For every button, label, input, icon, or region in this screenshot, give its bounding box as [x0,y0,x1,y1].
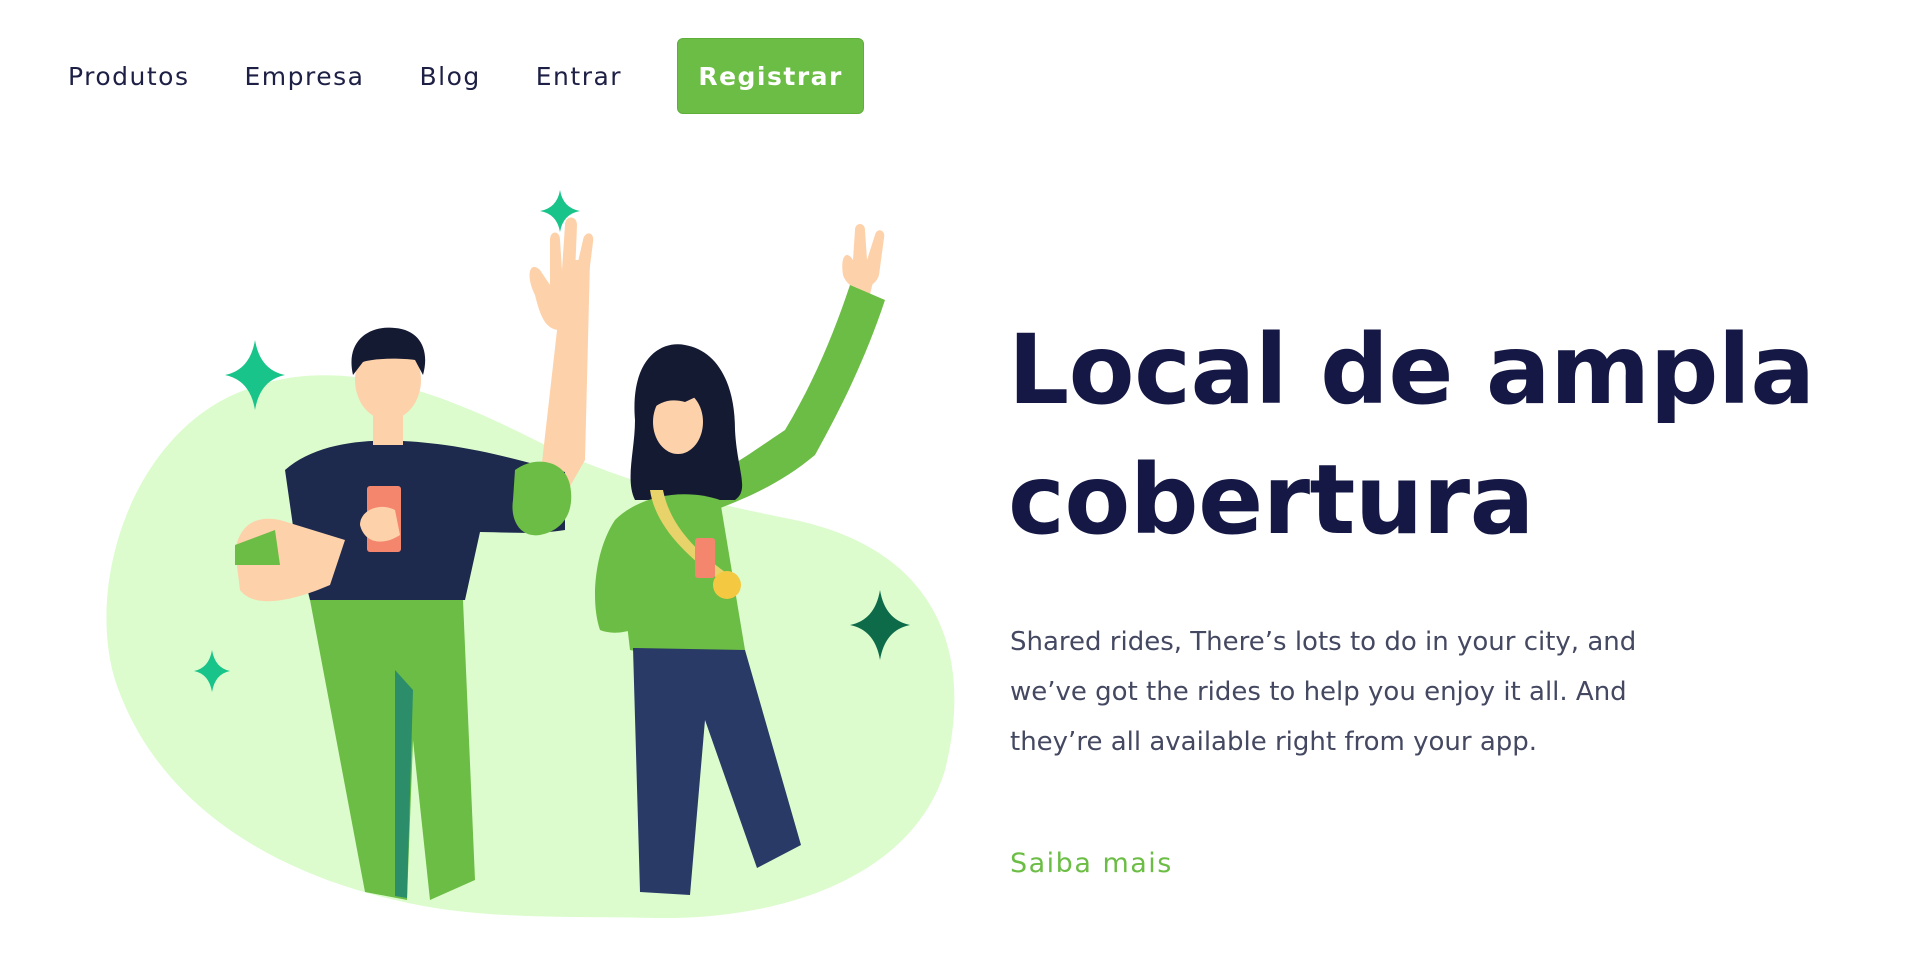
hero-title: Local de ampla cobertura [1008,305,1828,565]
hero-title-line1: Local de ampla [1008,314,1815,426]
woman-raised-hand [842,224,885,289]
nav-link-entrar[interactable]: Entrar [536,62,622,91]
learn-more-link[interactable]: Saiba mais [1010,848,1173,879]
nav-link-produtos[interactable]: Produtos [68,62,190,91]
woman-medal [713,571,741,599]
landing-page: Produtos Empresa Blog Entrar Registrar L… [0,0,1918,971]
hero-description: Shared rides, There’s lots to do in your… [1010,627,1637,757]
nav-link-blog[interactable]: Blog [419,62,480,91]
woman-phone [695,538,715,578]
background-blob [106,375,955,919]
top-nav: Produtos Empresa Blog Entrar Registrar [68,38,865,114]
register-button[interactable]: Registrar [677,38,865,114]
hero-title-line2: cobertura [1008,444,1534,556]
nav-link-empresa[interactable]: Empresa [245,62,365,91]
hero-illustration [106,190,955,919]
